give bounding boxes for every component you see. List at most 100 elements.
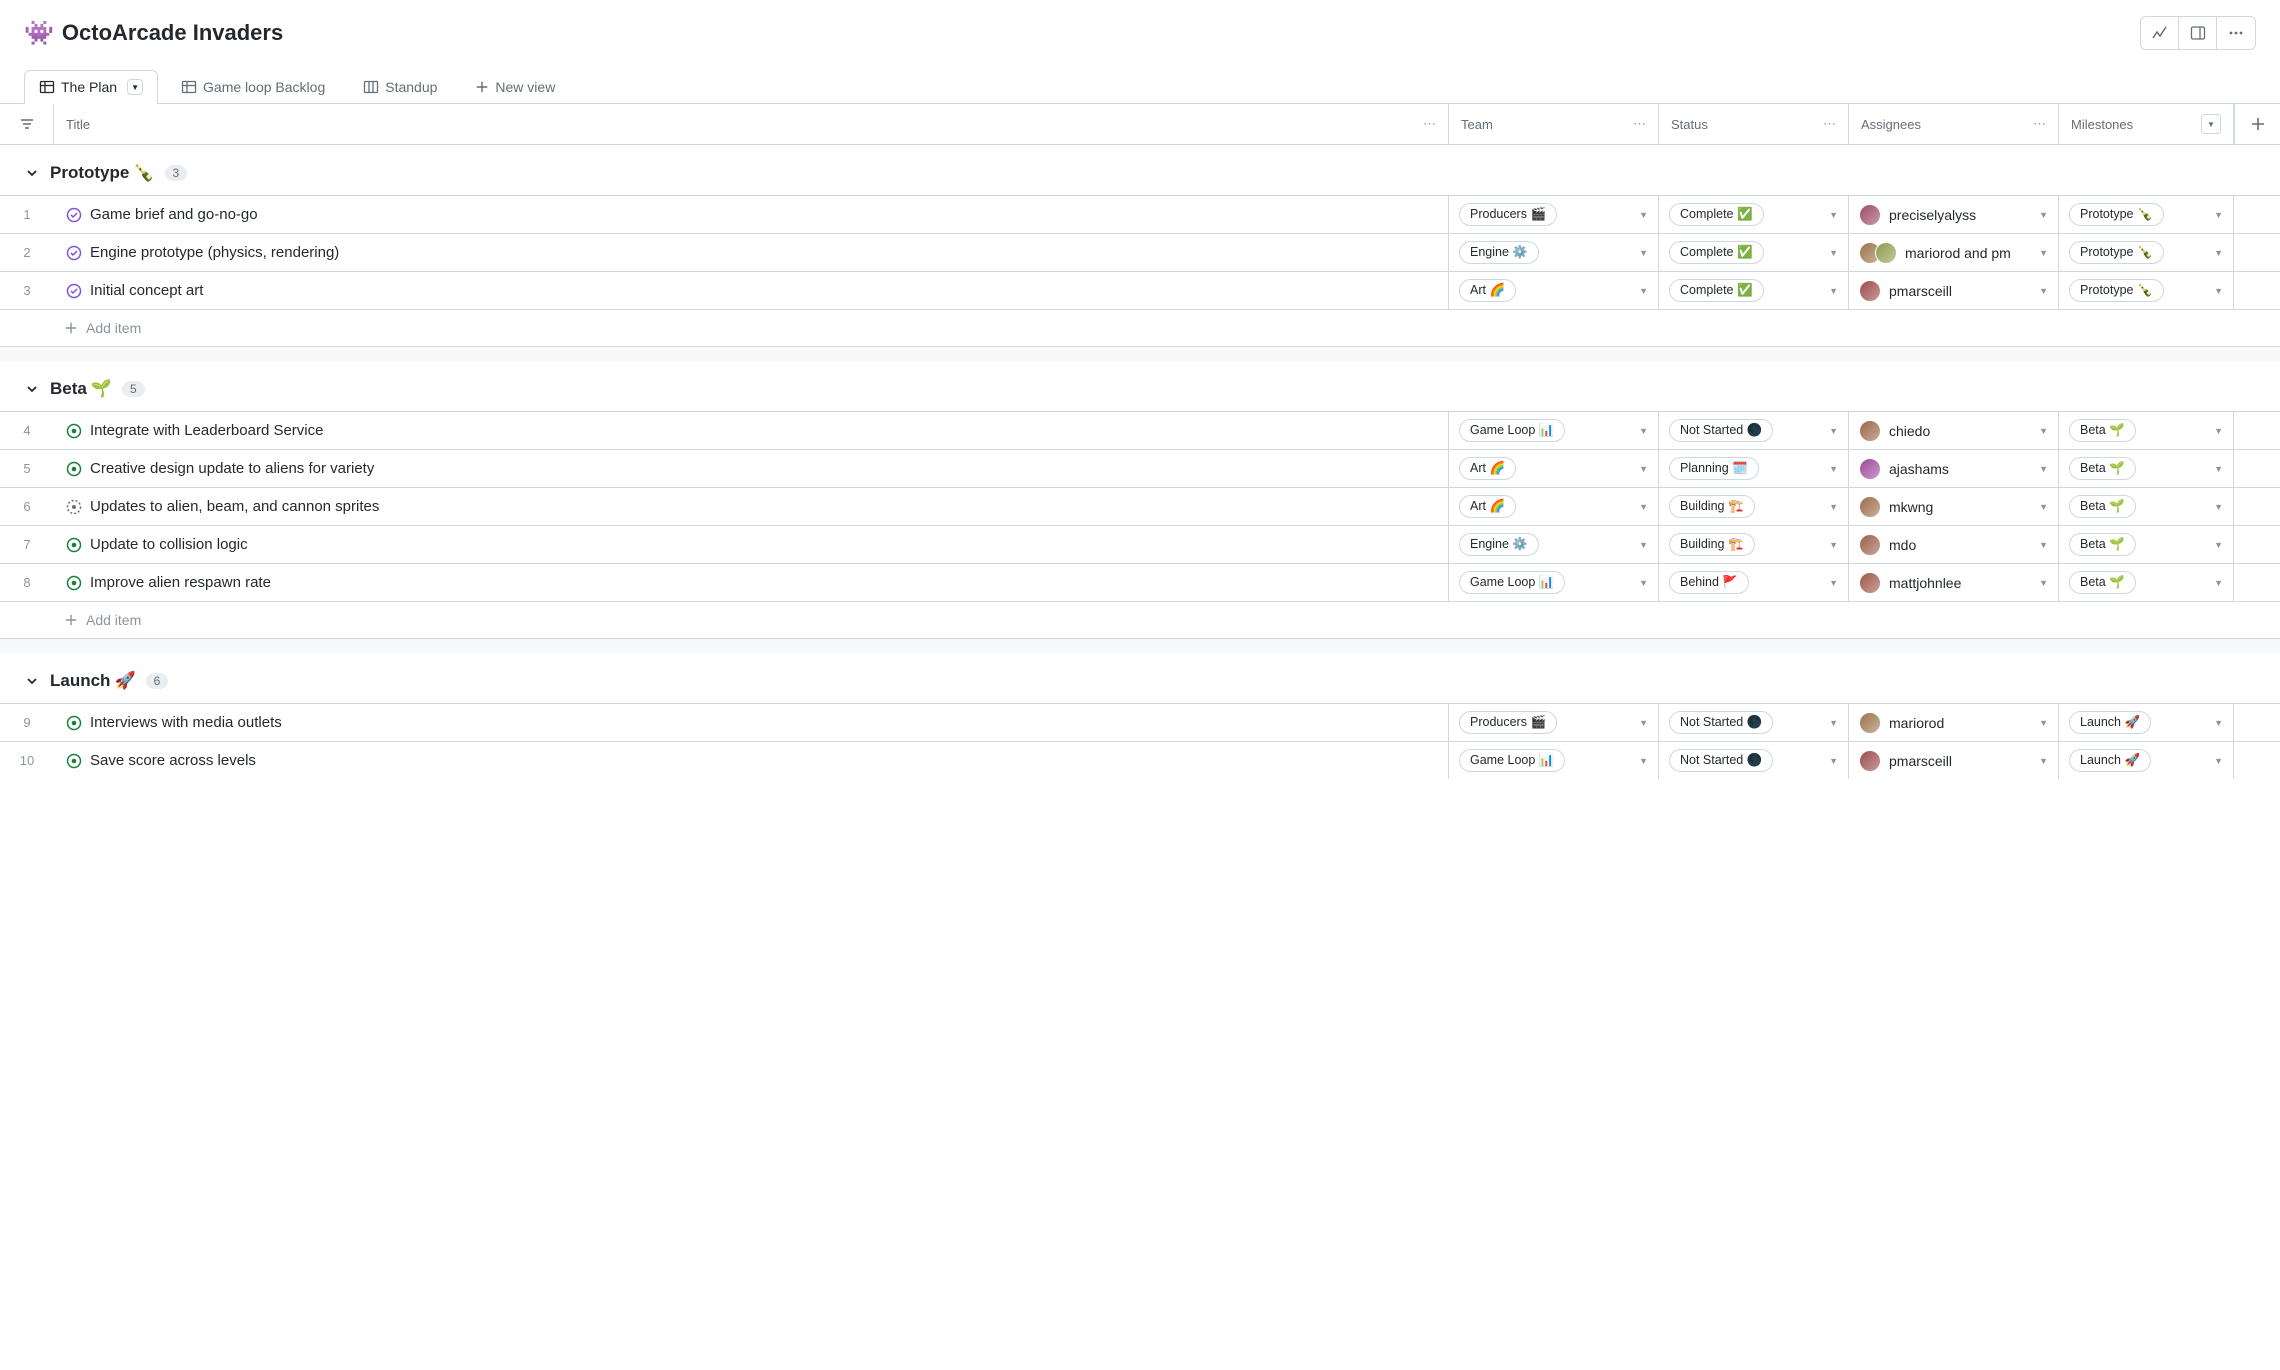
chevron-down-icon[interactable]: ▼ bbox=[1639, 718, 1648, 728]
chevron-down-icon[interactable]: ▼ bbox=[2214, 756, 2223, 766]
chevron-down-icon[interactable]: ▼ bbox=[2214, 502, 2223, 512]
row-status-cell[interactable]: Complete ✅▼ bbox=[1659, 234, 1849, 271]
row-title-cell[interactable]: Improve alien respawn rate bbox=[54, 564, 1449, 601]
chevron-down-icon[interactable]: ▼ bbox=[1639, 248, 1648, 258]
row-assignees-cell[interactable]: mariorod and pm▼ bbox=[1849, 234, 2059, 271]
chevron-down-icon[interactable]: ▼ bbox=[2214, 540, 2223, 550]
row-status-cell[interactable]: Building 🏗️▼ bbox=[1659, 526, 1849, 563]
row-status-cell[interactable]: Not Started 🌑▼ bbox=[1659, 412, 1849, 449]
chevron-down-icon[interactable]: ▼ bbox=[1639, 286, 1648, 296]
row-assignees-cell[interactable]: ajashams▼ bbox=[1849, 450, 2059, 487]
filter-button[interactable] bbox=[0, 104, 54, 144]
chevron-down-icon[interactable]: ▼ bbox=[2039, 248, 2048, 258]
column-title[interactable]: Title ⋯ bbox=[54, 104, 1449, 144]
table-row[interactable]: 10Save score across levelsGame Loop 📊▼No… bbox=[0, 741, 2280, 779]
tab-new-view[interactable]: New view bbox=[460, 70, 570, 103]
chevron-down-icon[interactable]: ▼ bbox=[2214, 464, 2223, 474]
row-milestone-cell[interactable]: Beta 🌱▼ bbox=[2059, 564, 2234, 601]
column-menu-icon[interactable]: ⋯ bbox=[2033, 116, 2046, 132]
insights-button[interactable] bbox=[2141, 17, 2179, 49]
chevron-down-icon[interactable]: ▼ bbox=[1829, 540, 1838, 550]
chevron-down-icon[interactable]: ▼ bbox=[2039, 286, 2048, 296]
chevron-down-icon[interactable]: ▼ bbox=[2214, 286, 2223, 296]
row-title-cell[interactable]: Save score across levels bbox=[54, 742, 1449, 779]
table-row[interactable]: 1Game brief and go-no-goProducers 🎬▼Comp… bbox=[0, 195, 2280, 233]
table-row[interactable]: 7Update to collision logicEngine ⚙️▼Buil… bbox=[0, 525, 2280, 563]
row-milestone-cell[interactable]: Prototype 🍾▼ bbox=[2059, 196, 2234, 233]
chevron-down-icon[interactable]: ▼ bbox=[2039, 426, 2048, 436]
chevron-down-icon[interactable]: ▼ bbox=[1639, 210, 1648, 220]
row-status-cell[interactable]: Complete ✅▼ bbox=[1659, 196, 1849, 233]
row-title-cell[interactable]: Updates to alien, beam, and cannon sprit… bbox=[54, 488, 1449, 525]
row-assignees-cell[interactable]: mdo▼ bbox=[1849, 526, 2059, 563]
panel-button[interactable] bbox=[2179, 17, 2217, 49]
row-title-cell[interactable]: Engine prototype (physics, rendering) bbox=[54, 234, 1449, 271]
milestone-dropdown-icon[interactable]: ▼ bbox=[2201, 114, 2221, 134]
row-assignees-cell[interactable]: pmarsceill▼ bbox=[1849, 272, 2059, 309]
column-status[interactable]: Status ⋯ bbox=[1659, 104, 1849, 144]
row-team-cell[interactable]: Engine ⚙️▼ bbox=[1449, 526, 1659, 563]
chevron-down-icon[interactable] bbox=[24, 381, 40, 397]
row-milestone-cell[interactable]: Launch 🚀▼ bbox=[2059, 742, 2234, 779]
table-row[interactable]: 2Engine prototype (physics, rendering)En… bbox=[0, 233, 2280, 271]
table-row[interactable]: 5Creative design update to aliens for va… bbox=[0, 449, 2280, 487]
row-assignees-cell[interactable]: mkwng▼ bbox=[1849, 488, 2059, 525]
row-status-cell[interactable]: Complete ✅▼ bbox=[1659, 272, 1849, 309]
row-team-cell[interactable]: Art 🌈▼ bbox=[1449, 488, 1659, 525]
chevron-down-icon[interactable]: ▼ bbox=[2039, 540, 2048, 550]
table-row[interactable]: 9Interviews with media outletsProducers … bbox=[0, 703, 2280, 741]
chevron-down-icon[interactable]: ▼ bbox=[1639, 464, 1648, 474]
row-team-cell[interactable]: Game Loop 📊▼ bbox=[1449, 742, 1659, 779]
chevron-down-icon[interactable]: ▼ bbox=[2039, 210, 2048, 220]
row-title-cell[interactable]: Integrate with Leaderboard Service bbox=[54, 412, 1449, 449]
chevron-down-icon[interactable]: ▼ bbox=[1639, 540, 1648, 550]
chevron-down-icon[interactable]: ▼ bbox=[1639, 578, 1648, 588]
table-row[interactable]: 3Initial concept artArt 🌈▼Complete ✅▼pma… bbox=[0, 271, 2280, 309]
row-status-cell[interactable]: Not Started 🌑▼ bbox=[1659, 704, 1849, 741]
table-row[interactable]: 4Integrate with Leaderboard ServiceGame … bbox=[0, 411, 2280, 449]
row-title-cell[interactable]: Initial concept art bbox=[54, 272, 1449, 309]
chevron-down-icon[interactable]: ▼ bbox=[1829, 286, 1838, 296]
chevron-down-icon[interactable]: ▼ bbox=[1829, 210, 1838, 220]
chevron-down-icon[interactable]: ▼ bbox=[2039, 756, 2048, 766]
row-status-cell[interactable]: Not Started 🌑▼ bbox=[1659, 742, 1849, 779]
chevron-down-icon[interactable]: ▼ bbox=[2214, 578, 2223, 588]
chevron-down-icon[interactable]: ▼ bbox=[2039, 464, 2048, 474]
chevron-down-icon[interactable]: ▼ bbox=[2039, 502, 2048, 512]
row-assignees-cell[interactable]: preciselyalyss▼ bbox=[1849, 196, 2059, 233]
row-assignees-cell[interactable]: mattjohnlee▼ bbox=[1849, 564, 2059, 601]
chevron-down-icon[interactable]: ▼ bbox=[1639, 426, 1648, 436]
column-menu-icon[interactable]: ⋯ bbox=[1423, 116, 1436, 132]
row-milestone-cell[interactable]: Beta 🌱▼ bbox=[2059, 488, 2234, 525]
row-status-cell[interactable]: Behind 🚩▼ bbox=[1659, 564, 1849, 601]
tab-dropdown-icon[interactable]: ▼ bbox=[127, 79, 143, 95]
row-milestone-cell[interactable]: Prototype 🍾▼ bbox=[2059, 234, 2234, 271]
table-row[interactable]: 8Improve alien respawn rateGame Loop 📊▼B… bbox=[0, 563, 2280, 601]
row-assignees-cell[interactable]: pmarsceill▼ bbox=[1849, 742, 2059, 779]
tab-the-plan[interactable]: The Plan▼ bbox=[24, 70, 158, 103]
row-team-cell[interactable]: Game Loop 📊▼ bbox=[1449, 412, 1659, 449]
row-team-cell[interactable]: Art 🌈▼ bbox=[1449, 272, 1659, 309]
column-menu-icon[interactable]: ⋯ bbox=[1823, 116, 1836, 132]
row-title-cell[interactable]: Interviews with media outlets bbox=[54, 704, 1449, 741]
row-status-cell[interactable]: Building 🏗️▼ bbox=[1659, 488, 1849, 525]
row-assignees-cell[interactable]: mariorod▼ bbox=[1849, 704, 2059, 741]
chevron-down-icon[interactable]: ▼ bbox=[1829, 578, 1838, 588]
chevron-down-icon[interactable]: ▼ bbox=[1639, 756, 1648, 766]
tab-game-loop-backlog[interactable]: Game loop Backlog bbox=[166, 70, 340, 103]
row-milestone-cell[interactable]: Beta 🌱▼ bbox=[2059, 526, 2234, 563]
chevron-down-icon[interactable] bbox=[24, 165, 40, 181]
row-milestone-cell[interactable]: Launch 🚀▼ bbox=[2059, 704, 2234, 741]
chevron-down-icon[interactable]: ▼ bbox=[2214, 426, 2223, 436]
add-item-button[interactable]: Add item bbox=[0, 601, 2280, 639]
chevron-down-icon[interactable]: ▼ bbox=[2039, 578, 2048, 588]
row-milestone-cell[interactable]: Prototype 🍾▼ bbox=[2059, 272, 2234, 309]
add-column-button[interactable] bbox=[2234, 104, 2280, 144]
row-milestone-cell[interactable]: Beta 🌱▼ bbox=[2059, 450, 2234, 487]
column-assignees[interactable]: Assignees ⋯ bbox=[1849, 104, 2059, 144]
row-team-cell[interactable]: Producers 🎬▼ bbox=[1449, 196, 1659, 233]
chevron-down-icon[interactable]: ▼ bbox=[2214, 718, 2223, 728]
tab-standup[interactable]: Standup bbox=[348, 70, 452, 103]
column-menu-icon[interactable]: ⋯ bbox=[1633, 116, 1646, 132]
row-team-cell[interactable]: Game Loop 📊▼ bbox=[1449, 564, 1659, 601]
